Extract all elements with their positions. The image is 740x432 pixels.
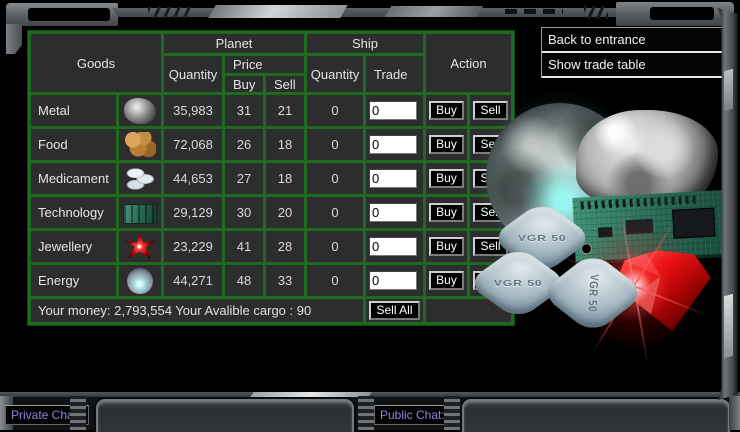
top-frame-hash-marks	[148, 7, 192, 18]
planet-quantity: 23,229	[164, 231, 222, 262]
ship-quantity: 0	[307, 265, 363, 296]
right-strip-highlight	[724, 69, 733, 111]
goods-name: Jewellery	[31, 231, 116, 262]
buy-button[interactable]: Buy	[429, 237, 464, 256]
ship-quantity: 0	[307, 129, 363, 160]
top-frame-left-stub	[6, 24, 22, 54]
buy-price: 31	[225, 95, 263, 126]
right-strip-highlight	[724, 294, 733, 358]
planet-quantity: 35,983	[164, 95, 222, 126]
table-row-technology: Technology 29,129 30 20 0 Buy Sell	[31, 197, 511, 228]
goods-name: Energy	[31, 265, 116, 296]
top-frame-right-notch	[650, 7, 714, 20]
trade-table: Goods Planet Ship Action Quantity Price …	[27, 30, 515, 326]
bottom-frame-right-cap	[729, 396, 740, 430]
goods-header: Goods	[31, 34, 161, 92]
trade-input[interactable]	[369, 271, 417, 290]
table-row-energy: Energy 44,271 48 33 0 Buy Sell	[31, 265, 511, 296]
ship-quantity: 0	[307, 231, 363, 262]
sell-price: 20	[266, 197, 304, 228]
goods-name: Food	[31, 129, 116, 160]
bottom-frame-groove	[444, 396, 460, 430]
trade-header: Trade	[366, 56, 423, 92]
buy-price: 27	[225, 163, 263, 194]
table-row-medicament: Medicament 44,653 27 18 0 Buy Sell	[31, 163, 511, 194]
trade-input[interactable]	[369, 203, 417, 222]
metal-ore-icon	[124, 98, 156, 124]
public-chat-label: Public Chat:	[374, 405, 452, 425]
top-frame-mid-segment	[385, 6, 483, 17]
bottom-frame-groove	[70, 396, 86, 430]
planet-quantity-header: Quantity	[164, 56, 222, 92]
circuit-chip	[672, 208, 715, 239]
buy-price: 30	[225, 197, 263, 228]
food-icon	[124, 132, 156, 158]
trade-input[interactable]	[369, 237, 417, 256]
buy-button[interactable]: Buy	[429, 101, 464, 120]
trade-input[interactable]	[369, 101, 417, 120]
buy-price: 26	[225, 129, 263, 160]
top-frame-left-notch	[28, 8, 110, 21]
goods-name: Technology	[31, 197, 116, 228]
money-cargo-summary: Your money: 2,793,554 Your Avalible carg…	[31, 299, 363, 322]
top-frame-hash-marks-right	[584, 6, 608, 19]
technology-circuit-icon	[123, 204, 157, 224]
ship-quantity: 0	[307, 197, 363, 228]
buy-button[interactable]: Buy	[429, 271, 464, 290]
ship-quantity: 0	[307, 163, 363, 194]
buy-button[interactable]: Buy	[429, 135, 464, 154]
pill-imprint-text: VGR 50	[585, 274, 602, 312]
goods-collage-image: VGR 50 VGR 50 VGR 50	[480, 95, 730, 350]
sell-price: 28	[266, 231, 304, 262]
planet-quantity: 29,129	[164, 197, 222, 228]
price-header: Price	[225, 56, 304, 73]
header-row: Goods Planet Ship Action	[31, 34, 511, 53]
circuit-chip	[598, 227, 613, 238]
top-frame-highlight-segment	[208, 5, 348, 18]
planet-quantity: 72,068	[164, 129, 222, 160]
ship-quantity: 0	[307, 95, 363, 126]
sell-price: 18	[266, 129, 304, 160]
sell-price: 18	[266, 163, 304, 194]
back-to-entrance-button[interactable]: Back to entrance	[542, 28, 728, 53]
show-trade-table-button[interactable]: Show trade table	[542, 53, 728, 78]
buy-button[interactable]: Buy	[429, 169, 464, 188]
buy-price: 41	[225, 231, 263, 262]
nav-panel: Back to entrance Show trade table	[541, 27, 729, 78]
medicament-pills-icon	[124, 166, 156, 192]
table-row-food: Food 72,068 26 18 0 Buy Sell	[31, 129, 511, 160]
private-chat-panel[interactable]	[96, 399, 354, 432]
table-row-metal: Metal 35,983 31 21 0 Buy Sell	[31, 95, 511, 126]
sell-price: 21	[266, 95, 304, 126]
planet-quantity: 44,271	[164, 265, 222, 296]
buy-button[interactable]: Buy	[429, 203, 464, 222]
sell-price: 33	[266, 265, 304, 296]
ship-header: Ship	[307, 34, 423, 53]
planet-quantity: 44,653	[164, 163, 222, 194]
circuit-chip	[626, 219, 654, 234]
trade-input[interactable]	[369, 135, 417, 154]
sell-price-header: Sell	[266, 76, 304, 92]
ship-quantity-header: Quantity	[307, 56, 363, 92]
table-footer-row: Your money: 2,793,554 Your Avalible carg…	[31, 299, 511, 322]
action-header: Action	[426, 34, 511, 92]
goods-name: Metal	[31, 95, 116, 126]
sell-all-button[interactable]: Sell All	[369, 301, 419, 320]
buy-price: 48	[225, 265, 263, 296]
circuit-pins	[581, 195, 699, 209]
pill-imprint-text: VGR 50	[494, 278, 543, 288]
top-frame-vents	[505, 9, 563, 14]
energy-orb-icon	[127, 268, 153, 294]
buy-price-header: Buy	[225, 76, 263, 92]
bottom-frame-groove	[358, 396, 374, 430]
planet-header: Planet	[164, 34, 304, 53]
pill-imprint-text: VGR 50	[518, 233, 567, 243]
jewellery-gem-icon	[124, 234, 156, 260]
public-chat-panel[interactable]	[462, 399, 730, 432]
table-row-jewellery: Jewellery 23,229 41 28 0 Buy Sell	[31, 231, 511, 262]
goods-name: Medicament	[31, 163, 116, 194]
trade-input[interactable]	[369, 169, 417, 188]
